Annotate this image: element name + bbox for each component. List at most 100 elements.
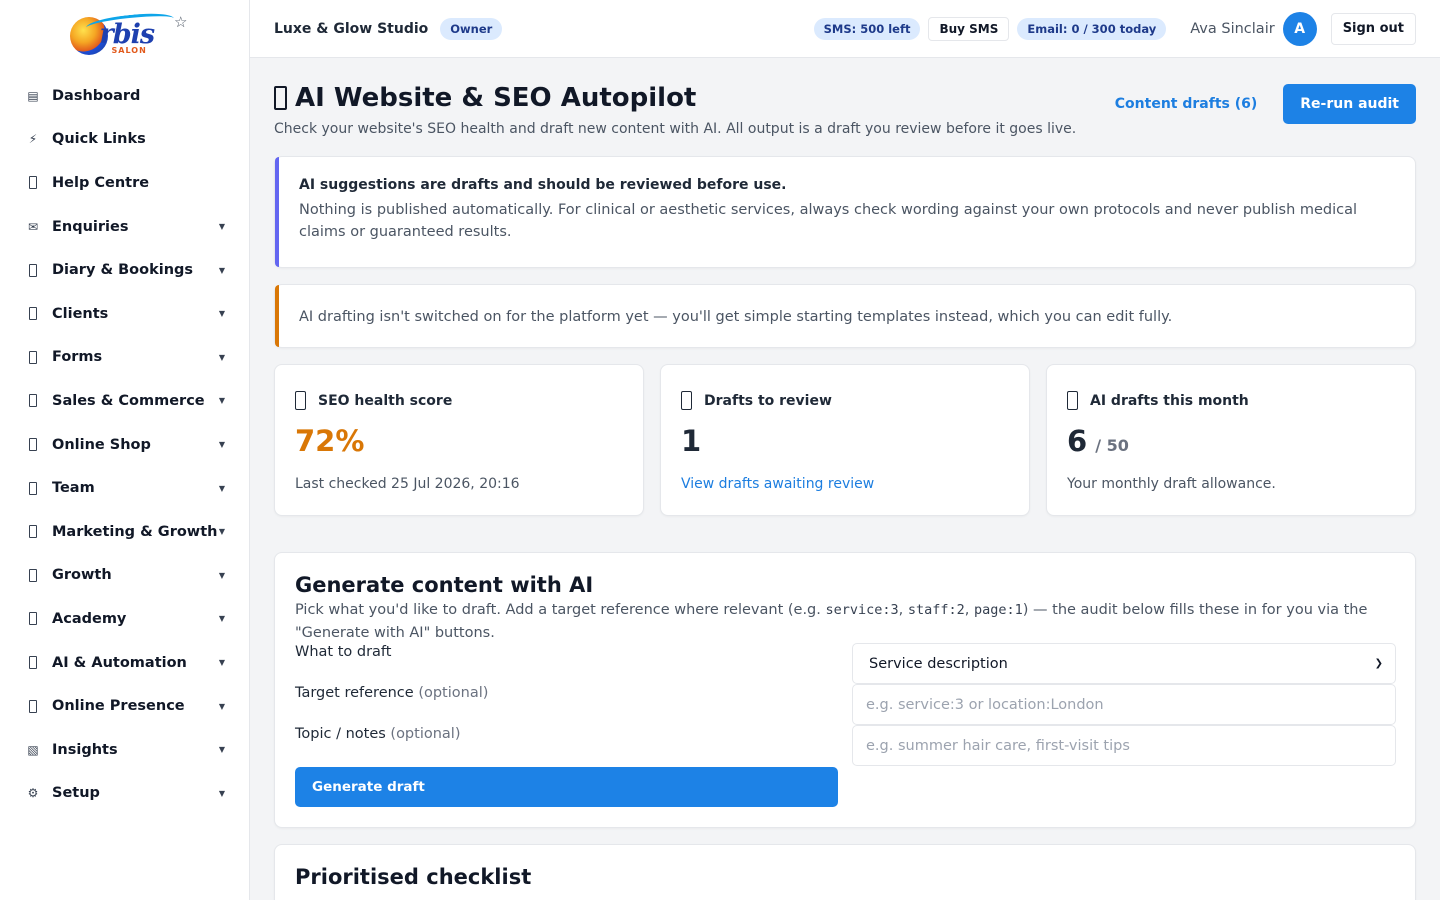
header-actions: Content drafts (6) Re-run audit: [1115, 84, 1416, 124]
generate-content-card: Generate content with AI Pick what you'd…: [274, 552, 1416, 828]
caret-down-icon[interactable]: ▼: [219, 440, 225, 449]
caret-down-icon[interactable]: ▼: [219, 789, 225, 798]
sidebar-item-insights[interactable]: ▧ Insights ▼: [0, 728, 249, 772]
generate-draft-button[interactable]: Generate draft: [295, 767, 838, 807]
rerun-audit-button[interactable]: Re-run audit: [1283, 84, 1416, 124]
seo-score-header: SEO health score: [295, 391, 623, 410]
monthly-drafts-header: AI drafts this month: [1067, 391, 1395, 410]
sidebar-item-online-presence[interactable]: Online Presence ▼: [0, 684, 249, 728]
checklist-title: Prioritised checklist: [295, 865, 532, 889]
topbar: Luxe & Glow Studio Owner SMS: 500 left B…: [250, 0, 1440, 58]
sidebar-item-help-centre[interactable]: Help Centre: [0, 161, 249, 205]
sidebar-item-clients[interactable]: Clients ▼: [0, 292, 249, 336]
logo-mark: rbis SALON ☆: [69, 10, 190, 57]
drafts-review-card: Drafts to review 1 View drafts awaiting …: [660, 364, 1030, 516]
list-icon: ▤: [27, 88, 39, 103]
stats-row: SEO health score 72% Last checked 25 Jul…: [274, 364, 1416, 516]
code-service: service:3: [825, 602, 899, 618]
sidebar-item-label: Insights: [52, 741, 118, 758]
seo-score-title: SEO health score: [318, 392, 453, 409]
sidebar-item-enquiries[interactable]: ✉ Enquiries ▼: [0, 205, 249, 249]
sidebar-item-label: Marketing & Growth: [52, 523, 218, 540]
target-reference-field[interactable]: [866, 696, 1383, 713]
sidebar-item-label: Clients: [52, 305, 109, 322]
sidebar-item-label: Dashboard: [52, 87, 141, 104]
content-drafts-link[interactable]: Content drafts (6): [1115, 96, 1257, 112]
review-notice: AI suggestions are drafts and should be …: [274, 156, 1416, 268]
sidebar-item-marketing-growth[interactable]: Marketing & Growth ▼: [0, 510, 249, 554]
caret-down-icon[interactable]: ▼: [219, 614, 225, 623]
caret-down-icon[interactable]: ▼: [219, 266, 225, 275]
monthly-drafts-card: AI drafts this month 6 / 50 Your monthly…: [1046, 364, 1416, 516]
caret-down-icon[interactable]: ▼: [219, 745, 225, 754]
clients-icon: [29, 307, 37, 321]
generate-description: Pick what you'd like to draft. Add a tar…: [295, 602, 1368, 641]
caret-down-icon[interactable]: ▼: [219, 309, 225, 318]
avatar[interactable]: A: [1282, 11, 1317, 46]
role-badge: Owner: [440, 17, 503, 40]
email-quota-badge: Email: 0 / 300 today: [1017, 17, 1167, 40]
caret-down-icon[interactable]: ▼: [219, 527, 225, 536]
sidebar-item-diary-bookings[interactable]: Diary & Bookings ▼: [0, 248, 249, 292]
caret-down-icon[interactable]: ▼: [219, 484, 225, 493]
sidebar-item-setup[interactable]: ⚙ Setup ▼: [0, 772, 249, 816]
sales-icon: [29, 394, 37, 408]
user-name: Ava Sinclair: [1190, 20, 1275, 37]
sidebar-item-label: Academy: [52, 610, 127, 627]
caret-down-icon[interactable]: ▼: [219, 396, 225, 405]
topic-notes-input[interactable]: [852, 725, 1396, 766]
sidebar-item-ai-automation[interactable]: AI & Automation ▼: [0, 641, 249, 685]
gear-icon: ⚙: [27, 786, 39, 801]
brand-logo[interactable]: rbis SALON ☆: [0, 0, 249, 70]
topic-notes-field[interactable]: [866, 737, 1383, 754]
shop-icon: [29, 438, 37, 452]
help-icon: [29, 176, 37, 190]
view-drafts-link[interactable]: View drafts awaiting review: [681, 476, 874, 492]
sidebar-item-label: Sales & Commerce: [52, 392, 205, 409]
sidebar-item-dashboard[interactable]: ▤ Dashboard: [0, 74, 249, 118]
ai-icon: [29, 656, 37, 670]
caret-down-icon[interactable]: ▼: [219, 702, 225, 711]
monthly-drafts-title: AI drafts this month: [1090, 392, 1249, 409]
sidebar-item-label: Growth: [52, 567, 112, 584]
fallback-notice: AI drafting isn't switched on for the pl…: [274, 284, 1416, 348]
chevron-down-icon: ❯: [1374, 658, 1383, 669]
sign-out-button[interactable]: Sign out: [1330, 12, 1416, 45]
logo-subtext: SALON: [111, 46, 147, 55]
drafts-review-header: Drafts to review: [681, 391, 1009, 410]
sidebar: rbis SALON ☆ ▤ Dashboard ⚡ Quick Links Help …: [0, 0, 250, 900]
growth-icon: [29, 568, 37, 582]
sidebar-item-quick-links[interactable]: ⚡ Quick Links: [0, 118, 249, 162]
academy-icon: [29, 612, 37, 626]
code-page: page:1: [973, 602, 1023, 618]
buy-sms-button[interactable]: Buy SMS: [928, 16, 1010, 41]
caret-down-icon[interactable]: ▼: [219, 658, 225, 667]
sidebar-item-label: Forms: [52, 349, 103, 366]
sidebar-item-academy[interactable]: Academy ▼: [0, 597, 249, 641]
sidebar-item-label: Team: [52, 480, 95, 497]
sidebar-item-forms[interactable]: Forms ▼: [0, 336, 249, 380]
draft-type-select[interactable]: Service description ❯: [852, 643, 1396, 684]
monthly-drafts-value: 6 / 50: [1067, 424, 1395, 464]
sidebar-item-sales-commerce[interactable]: Sales & Commerce ▼: [0, 379, 249, 423]
sidebar-item-label: AI & Automation: [52, 654, 187, 671]
bolt-icon: ⚡: [28, 132, 38, 147]
mail-icon: ✉: [27, 219, 39, 234]
monthly-drafts-note: Your monthly draft allowance.: [1067, 476, 1276, 492]
sidebar-nav: ▤ Dashboard ⚡ Quick Links Help Centre ✉ Enquir…: [0, 70, 249, 815]
fallback-notice-body: AI drafting isn't switched on for the pl…: [299, 309, 1173, 325]
sidebar-item-label: Online Presence: [52, 698, 185, 715]
target-reference-label: Target reference (optional): [295, 685, 489, 701]
generate-title: Generate content with AI: [295, 573, 594, 597]
caret-down-icon[interactable]: ▼: [219, 353, 225, 362]
monthly-drafts-count: 6: [1067, 424, 1088, 458]
sidebar-item-online-shop[interactable]: Online Shop ▼: [0, 423, 249, 467]
calendar-icon: [29, 263, 37, 277]
sidebar-item-team[interactable]: Team ▼: [0, 466, 249, 510]
studio-name: Luxe & Glow Studio: [274, 20, 429, 37]
sidebar-item-label: Enquiries: [52, 218, 129, 235]
target-reference-input[interactable]: [852, 684, 1396, 725]
sidebar-item-growth[interactable]: Growth ▼: [0, 554, 249, 598]
caret-down-icon[interactable]: ▼: [219, 571, 225, 580]
caret-down-icon[interactable]: ▼: [219, 222, 225, 231]
